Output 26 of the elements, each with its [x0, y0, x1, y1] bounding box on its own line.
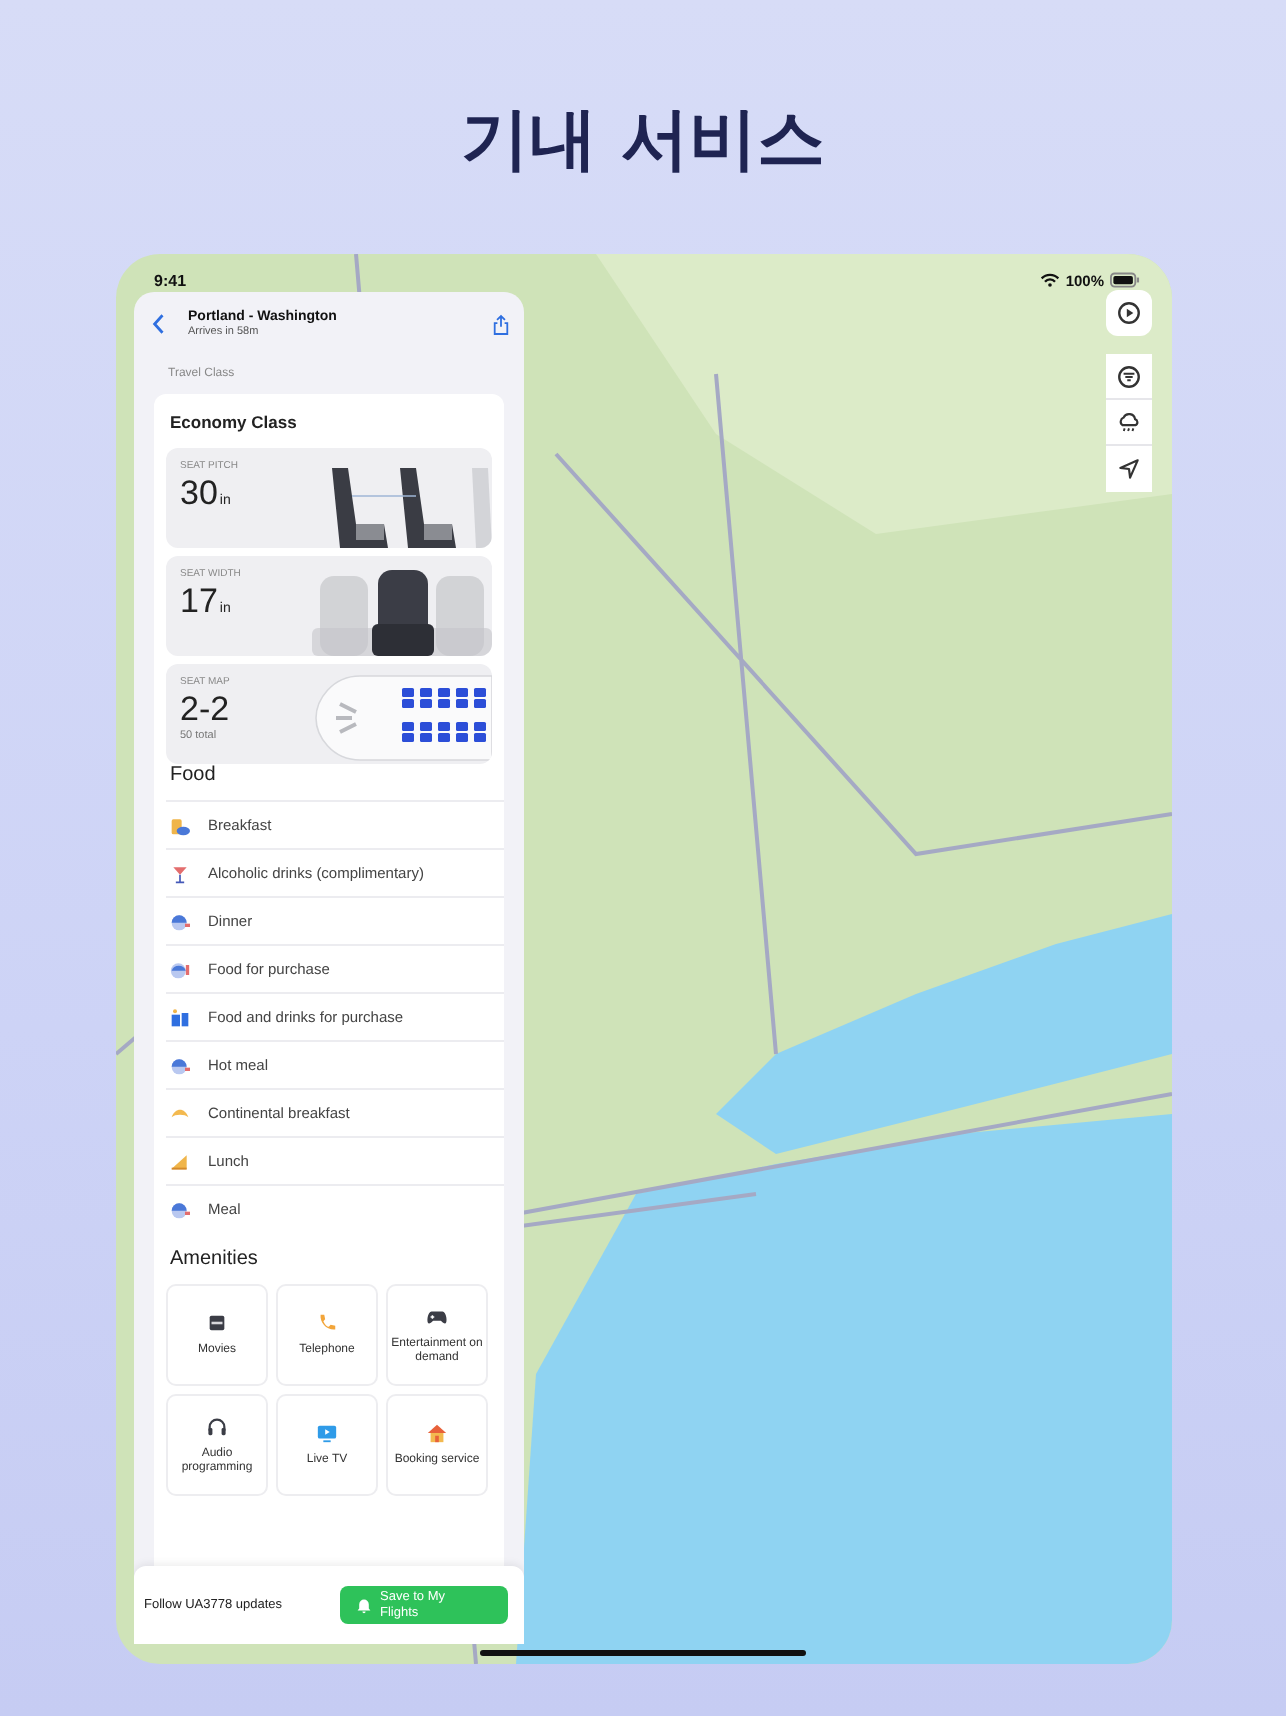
breakfast-icon	[170, 815, 190, 835]
section-title: Amenities	[168, 1246, 260, 1274]
plate-icon	[170, 1055, 190, 1075]
spec-value: 2-2	[180, 690, 230, 730]
headphones-icon	[206, 1415, 228, 1437]
drinks-icon	[170, 863, 190, 883]
share-button[interactable]	[492, 312, 512, 336]
battery-icon	[1110, 272, 1140, 288]
bell-icon	[356, 1597, 372, 1613]
section-title: Food	[168, 764, 218, 790]
house-icon	[426, 1422, 448, 1444]
tv-icon	[316, 1422, 338, 1444]
plate-icon	[170, 1199, 190, 1219]
filter-icon	[1116, 364, 1142, 390]
wifi-icon	[1039, 272, 1060, 288]
rain-cloud-icon	[1116, 410, 1142, 436]
film-icon	[206, 1312, 228, 1334]
filter-button[interactable]	[1106, 354, 1152, 400]
phone-icon	[316, 1312, 338, 1334]
status-time: 9:41	[154, 271, 187, 289]
class-name: Economy Class	[168, 410, 299, 436]
plate-icon	[170, 911, 190, 931]
location-arrow-icon	[1116, 456, 1142, 482]
playback-button[interactable]	[1106, 290, 1152, 336]
headline: 기내 서비스	[461, 98, 825, 184]
play-icon	[1116, 300, 1142, 326]
